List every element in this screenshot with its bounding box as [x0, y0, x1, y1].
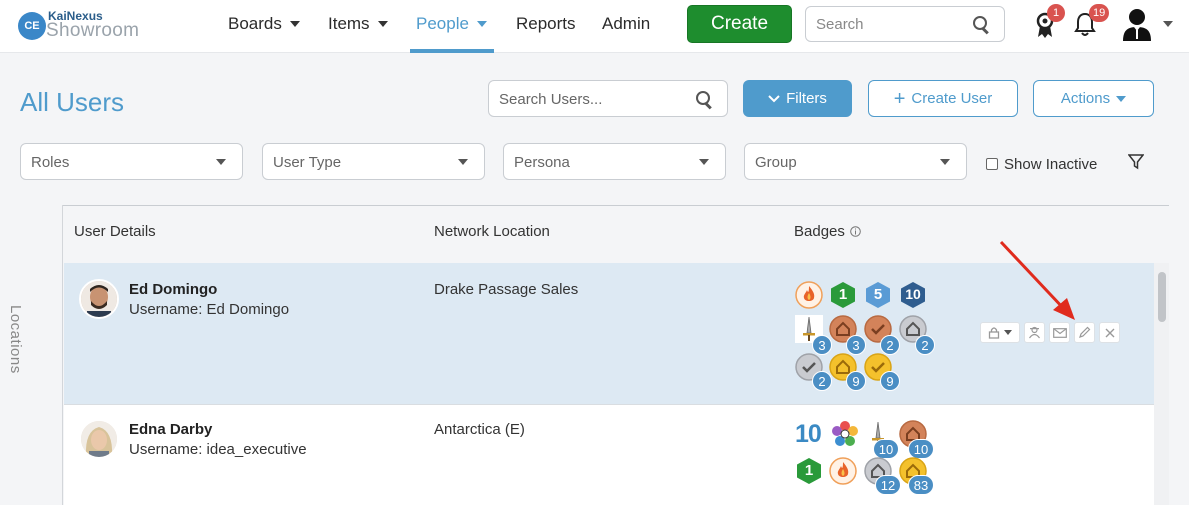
hexagon-badge-value: 1 — [804, 462, 814, 479]
badge-count: 9 — [846, 371, 866, 391]
network-location: Drake Passage Sales — [434, 281, 579, 298]
create-button[interactable]: Create — [687, 5, 792, 43]
locations-label: Locations — [7, 305, 24, 374]
active-nav-indicator — [410, 49, 494, 53]
create-user-button[interactable]: + Create User — [868, 80, 1018, 117]
page-title: All Users — [20, 87, 125, 117]
user-username: Username: idea_executive — [129, 441, 307, 458]
col-header-user-details[interactable]: User Details — [74, 223, 156, 240]
nav-items-label: Items — [328, 14, 370, 33]
flower-badge-icon — [832, 421, 858, 446]
network-location: Antarctica (E) — [434, 421, 525, 438]
search-icon[interactable] — [973, 16, 989, 32]
lock-icon — [988, 327, 1000, 339]
user-name[interactable]: Ed Domingo — [129, 281, 217, 298]
roles-select-label: Roles — [31, 154, 70, 171]
nav-items[interactable]: Items — [328, 14, 388, 34]
top-navbar: CE KaiNexus Showroom Boards Items People… — [0, 0, 1189, 53]
avatar — [79, 279, 119, 319]
notifications-count-badge: 19 — [1089, 4, 1110, 22]
global-search — [805, 6, 1005, 42]
show-inactive-label[interactable]: Show Inactive — [1004, 156, 1097, 173]
ten-badge-icon: 10 — [795, 420, 822, 448]
chevron-down-icon — [458, 159, 468, 165]
badge-count: 2 — [880, 335, 900, 355]
badge-count: 9 — [880, 371, 900, 391]
badge-count: 3 — [846, 335, 866, 355]
show-inactive-checkbox[interactable] — [986, 158, 998, 170]
persona-select-label: Persona — [514, 154, 570, 171]
user-type-select[interactable]: User Type — [262, 143, 485, 180]
user-menu[interactable] — [1121, 7, 1176, 43]
hexagon-badge-value: 5 — [873, 286, 883, 303]
annotation-arrow-icon — [999, 240, 1075, 320]
user-type-select-label: User Type — [273, 154, 342, 171]
user-search-input[interactable] — [499, 91, 689, 108]
chevron-down-icon — [377, 21, 388, 27]
filters-button[interactable]: Filters — [743, 80, 852, 117]
filter-funnel-button[interactable] — [1127, 154, 1145, 170]
scrollbar-thumb[interactable] — [1158, 272, 1166, 322]
close-icon — [1105, 328, 1114, 337]
fire-badge-icon — [795, 281, 823, 309]
chevron-down-icon — [940, 159, 950, 165]
nav-reports-label: Reports — [516, 14, 576, 33]
persona-select[interactable]: Persona — [503, 143, 726, 180]
nav-people[interactable]: People — [416, 14, 487, 34]
create-user-label: Create User — [911, 90, 993, 107]
chevron-down-icon — [1116, 95, 1127, 102]
fire-badge-icon — [829, 457, 857, 485]
logo-mark: CE — [18, 12, 46, 40]
badge-count: 10 — [873, 439, 899, 459]
logo[interactable]: CE KaiNexus Showroom — [18, 8, 148, 44]
user-username: Username: Ed Domingo — [129, 301, 290, 318]
delete-user-button[interactable] — [1099, 322, 1120, 343]
chevron-down-icon — [699, 159, 709, 165]
plus-icon: + — [893, 87, 906, 110]
user-name[interactable]: Edna Darby — [129, 421, 212, 438]
nav-boards-label: Boards — [228, 14, 282, 33]
chevron-down-icon — [1004, 330, 1012, 335]
awards-count-badge: 1 — [1047, 4, 1065, 22]
hexagon-badge-value: 1 — [838, 286, 848, 303]
global-search-input[interactable] — [816, 16, 966, 33]
group-select[interactable]: Group — [744, 143, 967, 180]
chevron-down-icon — [768, 94, 780, 102]
chevron-down-icon — [289, 21, 300, 27]
filters-label: Filters — [786, 90, 827, 107]
envelope-icon — [1052, 327, 1067, 338]
col-header-network-location[interactable]: Network Location — [434, 223, 550, 240]
spy-icon — [1029, 326, 1040, 339]
nav-people-label: People — [416, 14, 469, 33]
nav-boards[interactable]: Boards — [228, 14, 300, 34]
chevron-down-icon — [1163, 21, 1173, 27]
locations-panel-toggle[interactable]: Locations — [7, 205, 63, 505]
badge-count: 10 — [908, 439, 934, 459]
nav-reports[interactable]: Reports — [516, 14, 576, 34]
badge-count: 12 — [875, 475, 901, 495]
hexagon-badge-value: 10 — [905, 286, 921, 302]
roles-select[interactable]: Roles — [20, 143, 243, 180]
pencil-icon — [1079, 326, 1091, 338]
info-icon[interactable] — [850, 226, 861, 237]
logo-product: Showroom — [46, 20, 140, 41]
user-photo — [81, 421, 117, 457]
col-header-badges[interactable]: Badges — [794, 223, 861, 240]
badge-count: 2 — [915, 335, 935, 355]
nav-admin-label: Admin — [602, 14, 651, 33]
badge-count: 83 — [908, 475, 934, 495]
avatar — [79, 419, 119, 459]
user-photo — [81, 281, 117, 317]
group-select-label: Group — [755, 154, 797, 171]
actions-button[interactable]: Actions — [1033, 80, 1154, 117]
user-search — [488, 80, 728, 117]
chevron-down-icon — [476, 21, 487, 27]
col-header-badges-label: Badges — [794, 223, 845, 240]
search-icon[interactable] — [696, 91, 712, 107]
user-avatar-icon — [1123, 9, 1151, 41]
nav-admin[interactable]: Admin — [602, 14, 650, 34]
chevron-down-icon — [216, 159, 226, 165]
funnel-icon — [1127, 154, 1145, 170]
actions-label: Actions — [1060, 90, 1111, 107]
